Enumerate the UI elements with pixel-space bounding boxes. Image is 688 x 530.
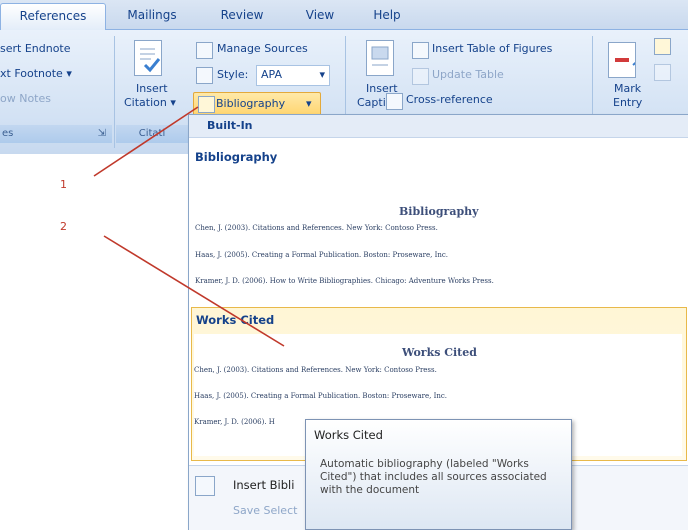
arrow-step-1	[93, 106, 199, 177]
arrow-step-2	[103, 235, 285, 347]
annotation-arrows	[93, 106, 285, 347]
